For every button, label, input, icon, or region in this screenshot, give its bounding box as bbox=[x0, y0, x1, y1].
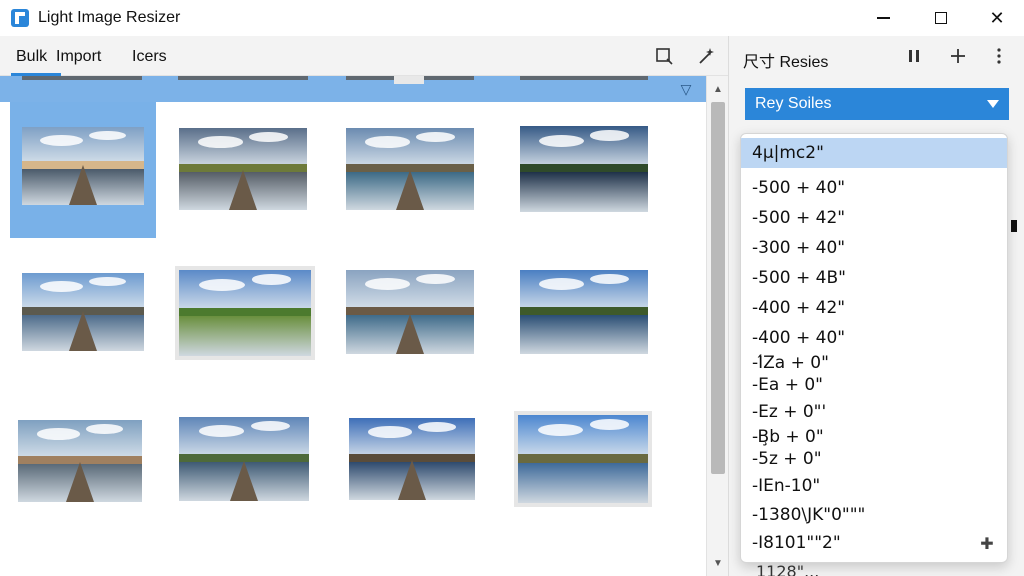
magic-wand-icon[interactable] bbox=[694, 44, 718, 68]
gallery-thumbnail[interactable] bbox=[22, 273, 144, 351]
title-bar: Light Image Resizer ✕ bbox=[0, 0, 1024, 36]
close-icon: ✕ bbox=[989, 7, 1005, 28]
crop-icon[interactable] bbox=[652, 44, 676, 68]
size-preset-dropdown: 4µ|mc2" -500 + 40" -500 + 42" -300 + 40" -50… bbox=[740, 133, 1008, 563]
dropdown-option[interactable]: -B̧b + 0" bbox=[741, 426, 1007, 448]
dropdown-option[interactable]: -500 + 4B" bbox=[741, 264, 1007, 292]
dropdown-option[interactable]: -I8101""2" bbox=[741, 530, 1007, 556]
partial-thumbnail bbox=[520, 76, 648, 80]
gallery-thumbnail[interactable] bbox=[520, 126, 648, 212]
dropdown-option[interactable]: 4µ|mc2" bbox=[741, 138, 1007, 168]
image-gallery: ▽ bbox=[0, 76, 706, 576]
dropdown-option[interactable]: -300 + 40" bbox=[741, 234, 1007, 262]
dropdown-overflow-text: 1128"... bbox=[756, 562, 820, 576]
panel-title: 尺寸 Resies bbox=[743, 54, 829, 71]
dropdown-option[interactable]: -400 + 42" bbox=[741, 294, 1007, 322]
dropdown-option[interactable]: -Ӏ́Za + 0" bbox=[741, 352, 1007, 374]
caret-down-icon bbox=[987, 100, 999, 108]
preset-select-value: Rey Soiles bbox=[755, 95, 832, 112]
scroll-down-arrow-icon[interactable]: ▼ bbox=[707, 554, 729, 572]
window-title: Light Image Resizer bbox=[38, 9, 181, 26]
gallery-thumbnail[interactable] bbox=[22, 127, 144, 205]
dropdown-option[interactable]: -Ea + 0" bbox=[741, 374, 1007, 396]
gallery-thumbnail[interactable] bbox=[18, 420, 142, 502]
add-icon[interactable] bbox=[946, 44, 970, 68]
tab-bulk[interactable]: Bulk bbox=[16, 48, 47, 66]
gallery-scrollbar[interactable]: ▲ ▼ bbox=[706, 76, 728, 576]
dropdown-option[interactable]: -400 + 40" bbox=[741, 324, 1007, 352]
more-vertical-icon[interactable] bbox=[987, 44, 1011, 68]
partial-thumbnail bbox=[22, 76, 142, 80]
gallery-thumbnail[interactable] bbox=[518, 415, 648, 503]
tab-icers[interactable]: Icers bbox=[132, 48, 167, 66]
panel-edge-marker bbox=[1011, 220, 1017, 232]
gallery-thumbnail[interactable] bbox=[346, 270, 474, 354]
gallery-thumbnail[interactable] bbox=[179, 417, 309, 501]
pause-icon[interactable] bbox=[902, 44, 926, 68]
dropdown-option[interactable]: -500 + 40" bbox=[741, 174, 1007, 202]
preset-select[interactable]: Rey Soiles bbox=[745, 88, 1009, 120]
minimize-icon bbox=[876, 17, 890, 19]
partial-thumbnail bbox=[178, 76, 308, 80]
gallery-thumbnail[interactable] bbox=[520, 270, 648, 354]
dropdown-option[interactable]: -1380\JK"0""" bbox=[741, 502, 1007, 528]
scrollbar-thumb[interactable] bbox=[711, 102, 725, 474]
main-toolbar: Bulk Import Icers bbox=[0, 36, 728, 76]
dropdown-option[interactable]: -Ez + 0"' bbox=[741, 400, 1007, 424]
dropdown-option[interactable]: -5z + 0" bbox=[741, 448, 1007, 470]
scroll-up-arrow-icon[interactable]: ▲ bbox=[707, 80, 729, 98]
strip-handle[interactable] bbox=[394, 76, 424, 84]
gallery-thumbnail[interactable] bbox=[179, 270, 311, 356]
maximize-icon bbox=[935, 12, 947, 24]
gallery-thumbnail[interactable] bbox=[179, 128, 307, 210]
tab-import[interactable]: Import bbox=[56, 48, 101, 66]
gallery-thumbnail[interactable] bbox=[349, 418, 475, 500]
app-icon bbox=[11, 9, 29, 27]
dropdown-option[interactable]: -ӀEn-10" bbox=[741, 474, 1007, 498]
chevron-down-icon[interactable]: ▽ bbox=[677, 80, 695, 98]
close-button[interactable]: ✕ bbox=[968, 0, 1024, 36]
dropdown-pin-icon[interactable]: ✚ bbox=[977, 535, 997, 555]
dropdown-option[interactable]: -500 + 42" bbox=[741, 204, 1007, 232]
minimize-button[interactable] bbox=[854, 0, 912, 36]
gallery-thumbnail[interactable] bbox=[346, 128, 474, 210]
gallery-top-strip: ▽ bbox=[0, 76, 706, 102]
maximize-button[interactable] bbox=[912, 0, 970, 36]
